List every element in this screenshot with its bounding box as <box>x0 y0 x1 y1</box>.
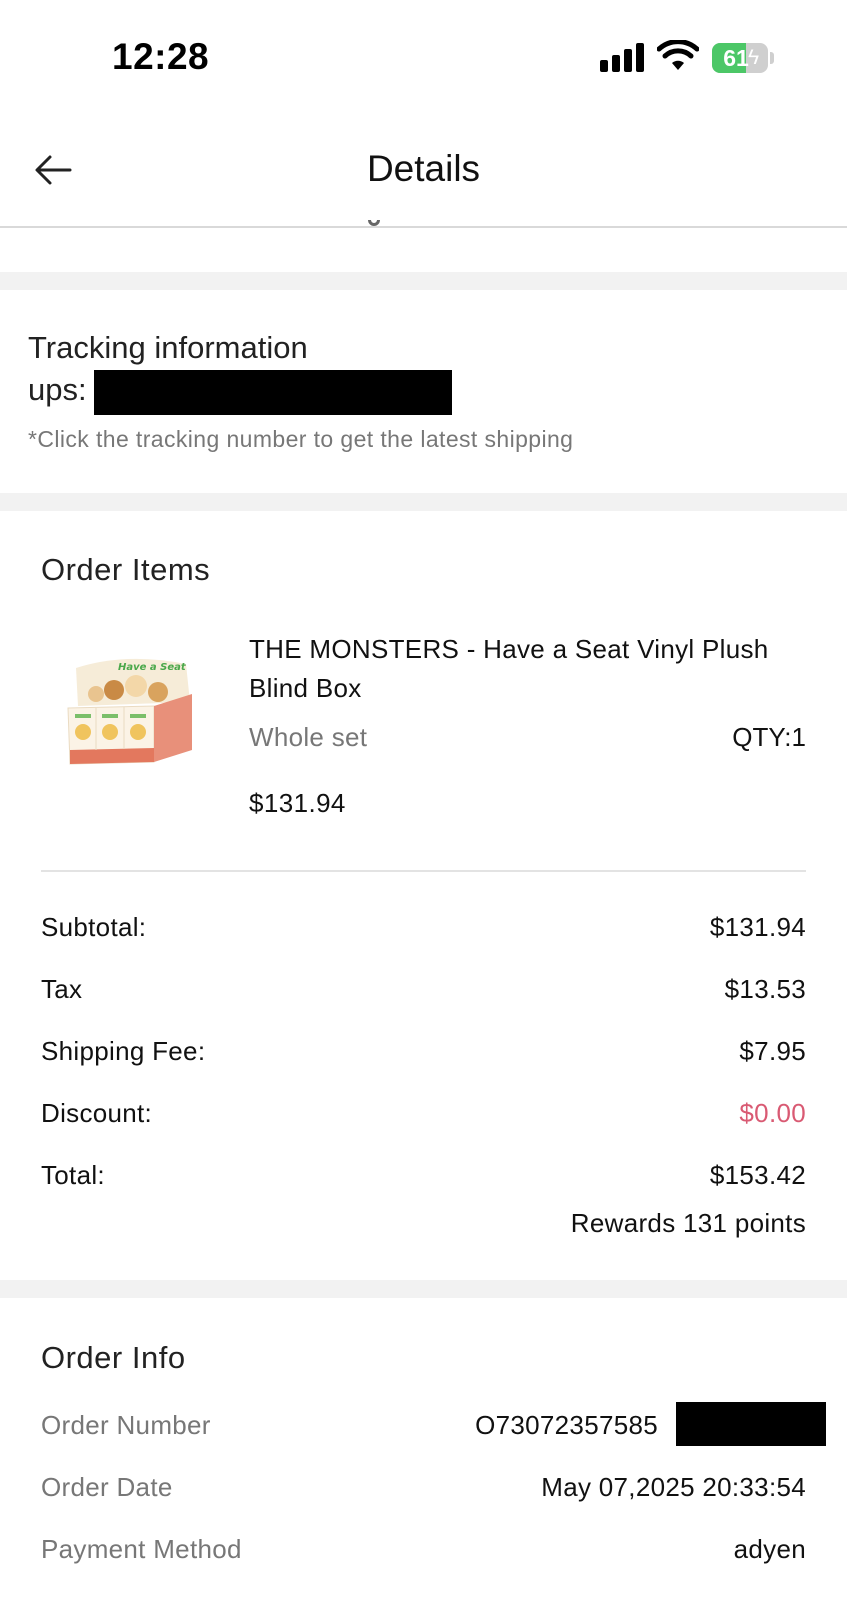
summary-value: $153.42 <box>709 1160 806 1190</box>
tracking-hint: *Click the tracking number to get the la… <box>28 426 574 452</box>
summary-value: $131.94 <box>709 912 806 942</box>
summary-row-shipping: Shipping Fee: $7.95 <box>41 1036 806 1070</box>
summary-label: Shipping Fee: <box>41 1036 206 1066</box>
discount-value: $0.00 <box>739 1098 806 1128</box>
scrolled-content-fragment <box>368 220 382 228</box>
carrier-label: ups: <box>28 372 87 407</box>
section-gap <box>0 493 847 511</box>
wifi-icon <box>657 40 699 70</box>
order-number-value[interactable]: O73072357585 <box>475 1410 658 1441</box>
nav-header: Details <box>0 110 847 228</box>
info-row-payment-method: Payment Method adyen <box>41 1534 806 1568</box>
summary-value: $7.95 <box>739 1036 806 1066</box>
info-label: Payment Method <box>41 1534 242 1564</box>
section-gap <box>0 272 847 290</box>
summary-label: Total: <box>41 1160 105 1190</box>
summary-value: $13.53 <box>724 974 806 1004</box>
summary-row-discount: Discount: $0.00 <box>41 1098 806 1132</box>
summary-label: Discount: <box>41 1098 153 1128</box>
summary-row-subtotal: Subtotal: $131.94 <box>41 912 806 946</box>
product-variant: Whole set <box>249 722 368 752</box>
section-gap <box>0 1280 847 1298</box>
signal-icon <box>600 42 646 72</box>
charging-bolt-icon: ϟ <box>748 46 760 69</box>
divider <box>41 870 806 872</box>
page-title: Details <box>366 148 481 189</box>
battery-icon: 61 ϟ <box>712 43 774 73</box>
order-date-value: May 07,2025 20:33:54 <box>541 1472 806 1502</box>
status-time: 12:28 <box>112 36 210 77</box>
product-qty: QTY:1 <box>732 722 806 752</box>
tracking-title: Tracking information <box>28 330 308 365</box>
payment-method-value: adyen <box>733 1534 806 1564</box>
product-thumbnail[interactable]: Have a Seat <box>66 650 196 772</box>
product-price: $131.94 <box>249 788 346 818</box>
summary-label: Tax <box>41 974 83 1004</box>
summary-row-total: Total: $153.42 <box>41 1160 806 1194</box>
info-label: Order Number <box>41 1410 211 1440</box>
rewards-points: Rewards 131 points <box>570 1208 806 1238</box>
status-bar: 12:28 61 ϟ <box>0 0 847 110</box>
order-items-title: Order Items <box>41 552 211 587</box>
summary-label: Subtotal: <box>41 912 147 942</box>
order-info-title: Order Info <box>41 1340 186 1375</box>
thumb-logo-text: Have a Seat <box>118 662 187 673</box>
product-name[interactable]: THE MONSTERS - Have a Seat Vinyl Plush B… <box>249 630 769 708</box>
info-label: Order Date <box>41 1472 173 1502</box>
summary-row-tax: Tax $13.53 <box>41 974 806 1008</box>
tracking-number-redacted[interactable] <box>94 370 452 415</box>
order-number-redacted <box>676 1402 826 1446</box>
info-row-order-date: Order Date May 07,2025 20:33:54 <box>41 1472 806 1506</box>
